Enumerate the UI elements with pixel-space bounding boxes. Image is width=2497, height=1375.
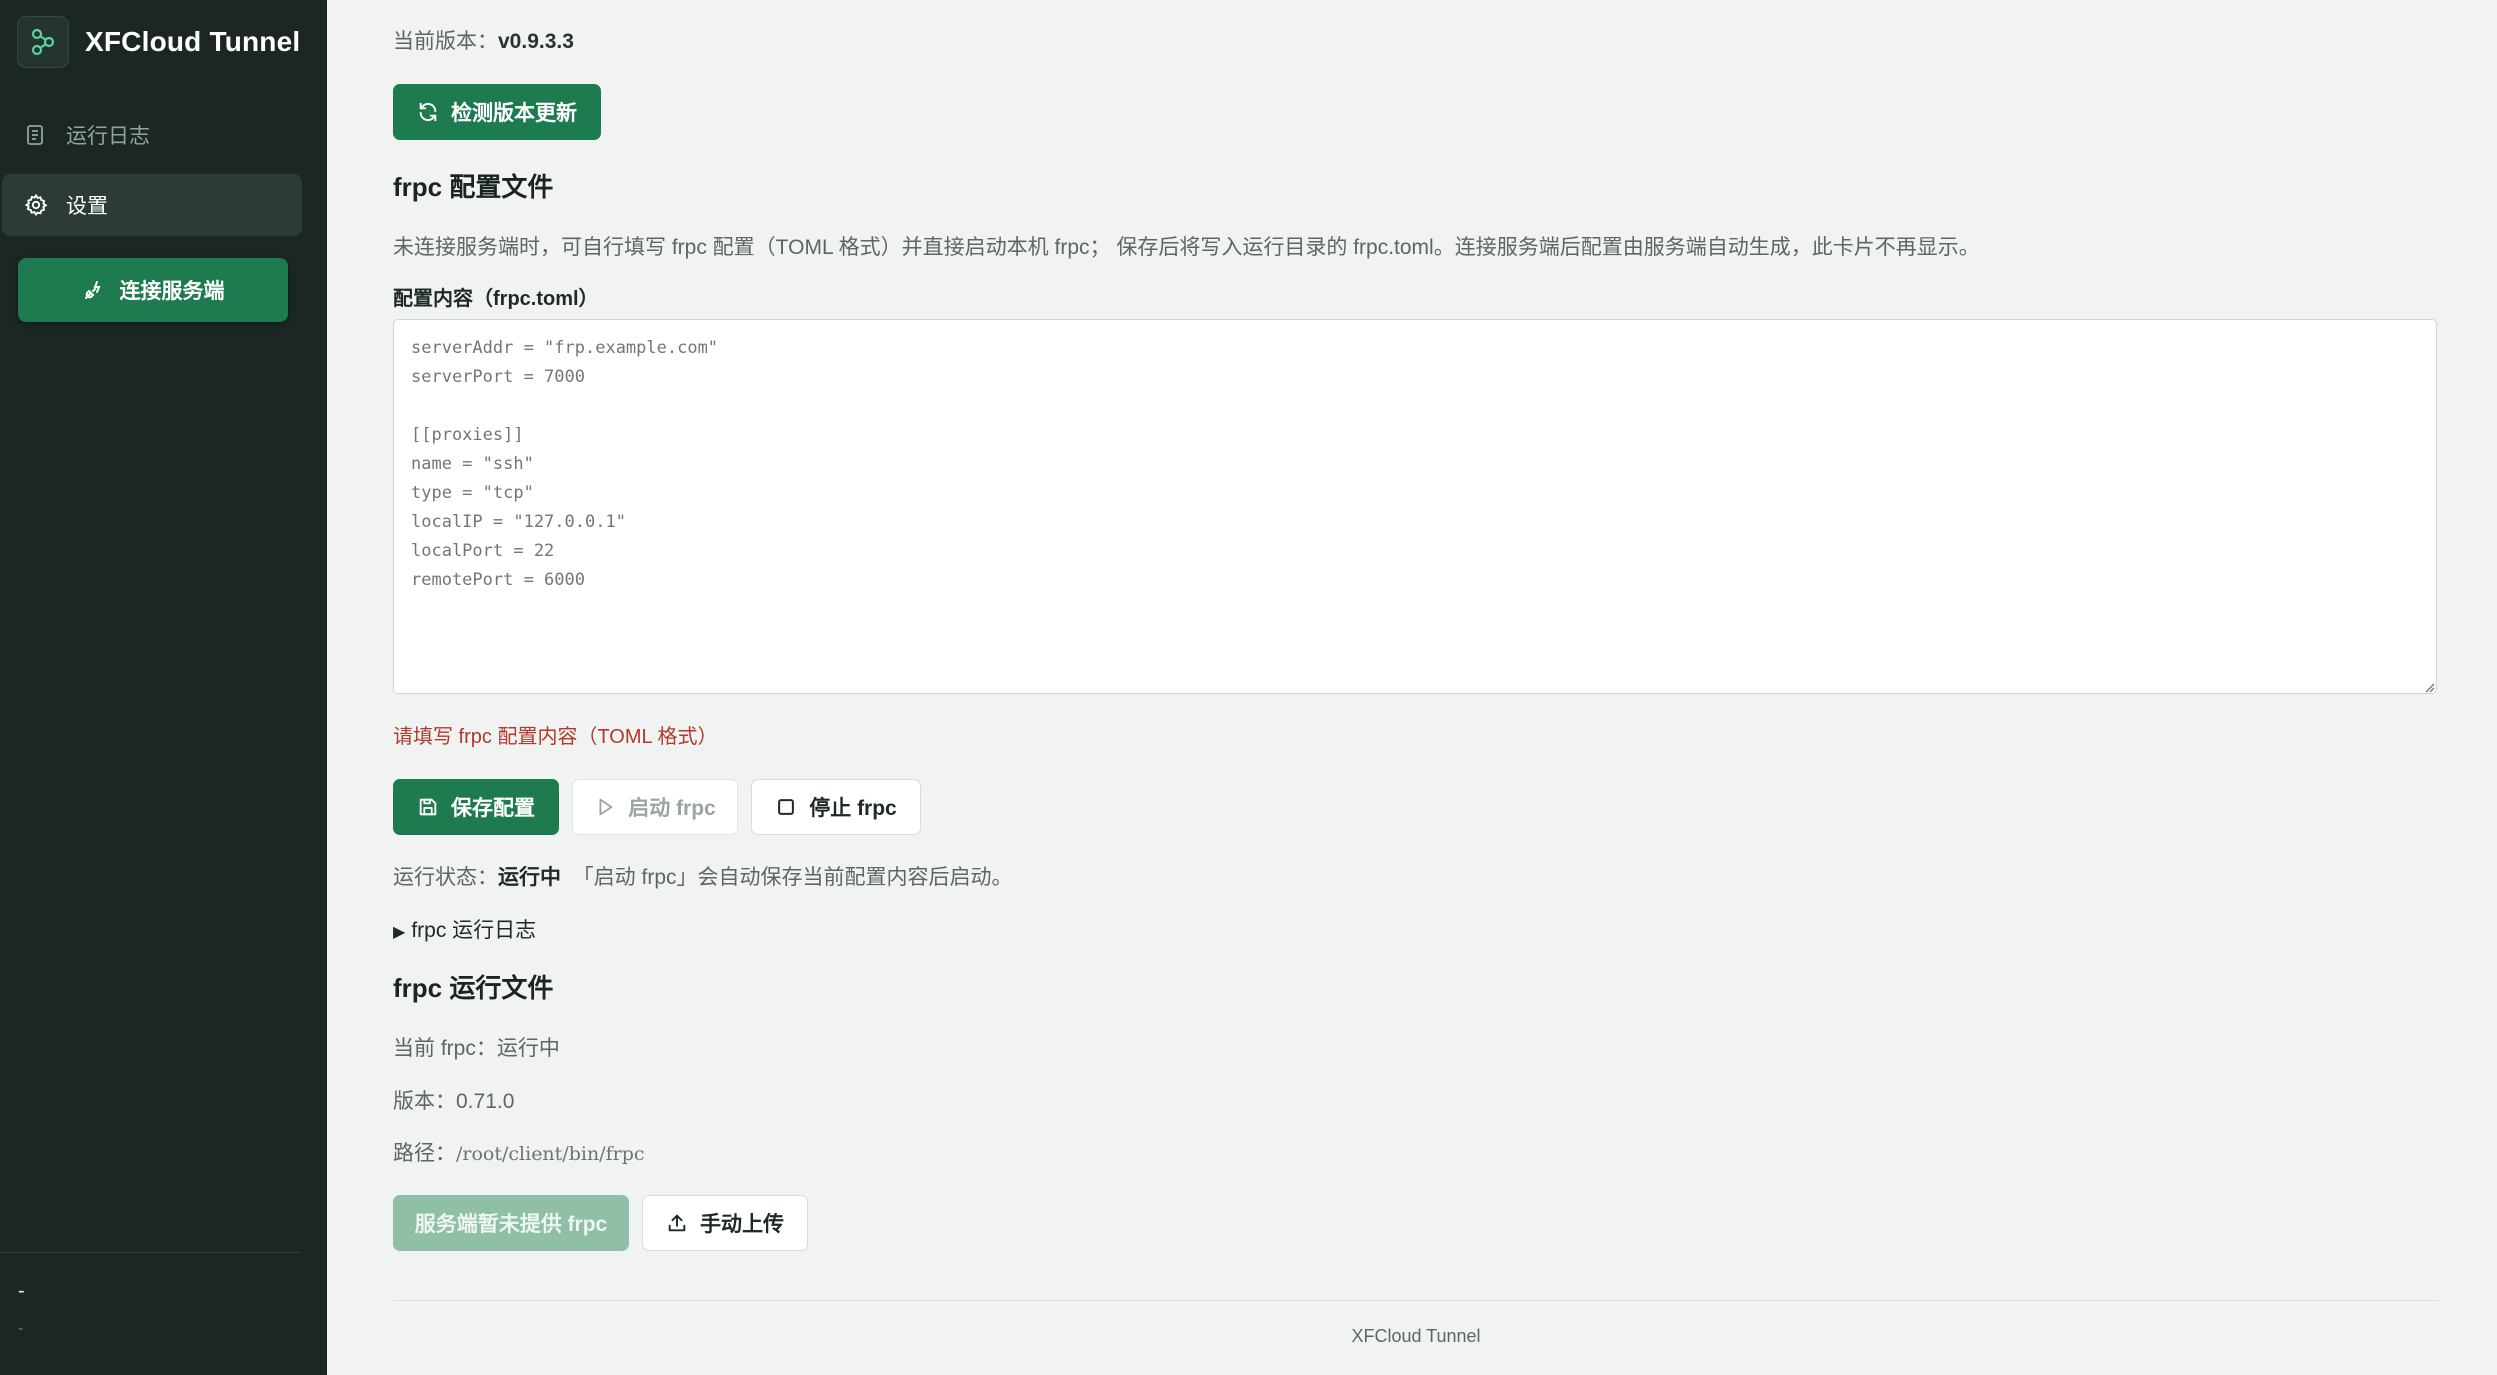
connect-server-button[interactable]: 连接服务端 (18, 258, 288, 322)
resize-grip-icon[interactable] (2423, 675, 2435, 699)
start-frpc-button[interactable]: 启动 frpc (572, 779, 738, 835)
sidebar-divider (0, 1252, 300, 1253)
start-frpc-label: 启动 frpc (628, 797, 716, 820)
runtime-path: 路径：/root/client/bin/frpc (393, 1137, 645, 1167)
runtime-section-title: frpc 运行文件 (393, 973, 554, 1003)
logo-icon (17, 16, 69, 68)
sidebar-item-settings[interactable]: 设置 (2, 174, 302, 236)
status-note: 「启动 frpc」会自动保存当前配置内容后启动。 (572, 866, 1013, 889)
play-icon (594, 796, 616, 818)
version-prefix: 当前版本： (393, 30, 498, 53)
plug-icon (82, 278, 106, 302)
sidebar-footer-primary: - (18, 1280, 25, 1302)
save-config-label: 保存配置 (451, 797, 535, 820)
config-description: 未连接服务端时，可自行填写 frpc 配置（TOML 格式）并直接启动本机 fr… (393, 236, 1980, 259)
stop-frpc-button[interactable]: 停止 frpc (751, 779, 921, 835)
floppy-icon (417, 796, 439, 818)
connect-server-label: 连接服务端 (119, 280, 225, 303)
frpc-logs-toggle[interactable]: ▶ frpc 运行日志 (393, 914, 536, 944)
status-value: 运行中 (498, 866, 561, 889)
sidebar-footer-secondary: - (18, 1320, 24, 1337)
manual-upload-button[interactable]: 手动上传 (642, 1195, 808, 1251)
gear-icon (22, 191, 50, 219)
upload-icon (666, 1212, 688, 1234)
caret-right-icon: ▶ (393, 924, 406, 941)
app-title: XFCloud Tunnel (85, 26, 301, 57)
footer-divider (393, 1300, 2439, 1301)
config-editor[interactable] (393, 319, 2437, 694)
run-status: 运行状态：运行中 「启动 frpc」会自动保存当前配置内容后启动。 (393, 861, 1013, 891)
check-update-button[interactable]: 检测版本更新 (393, 84, 601, 140)
runtime-version: 版本：0.71.0 (393, 1090, 515, 1113)
sidebar-item-logs[interactable]: 运行日志 (2, 104, 302, 166)
path-prefix: 路径： (393, 1142, 456, 1165)
config-field-label: 配置内容（frpc.toml） (393, 288, 599, 310)
sidebar-item-label: 运行日志 (66, 125, 150, 148)
logs-toggle-label: frpc 运行日志 (411, 919, 537, 942)
sidebar-item-label: 设置 (66, 195, 108, 218)
footer-text: XFCloud Tunnel (1351, 1326, 1481, 1346)
manual-upload-label: 手动上传 (700, 1213, 784, 1236)
brand: XFCloud Tunnel (17, 16, 300, 68)
stop-frpc-label: 停止 frpc (809, 797, 897, 820)
refresh-icon (417, 101, 439, 123)
app-root: XFCloud Tunnel 运行日志 设置 连接服务端 - - 当前版本：v0… (0, 0, 2497, 1375)
version-value: v0.9.3.3 (498, 30, 574, 53)
server-frpc-unavailable-button[interactable]: 服务端暂未提供 frpc (393, 1195, 629, 1251)
status-prefix: 运行状态： (393, 866, 498, 889)
stop-icon (775, 796, 797, 818)
config-section-title: frpc 配置文件 (393, 172, 554, 202)
path-value: /root/client/bin/frpc (456, 1143, 645, 1165)
save-config-button[interactable]: 保存配置 (393, 779, 559, 835)
runtime-current: 当前 frpc：运行中 (393, 1037, 560, 1060)
sidebar: XFCloud Tunnel 运行日志 设置 连接服务端 - - (0, 0, 327, 1375)
server-frpc-label: 服务端暂未提供 frpc (414, 1213, 608, 1236)
config-error-message: 请填写 frpc 配置内容（TOML 格式） (393, 726, 718, 748)
current-version: 当前版本：v0.9.3.3 (393, 25, 574, 55)
scroll-icon (22, 121, 50, 149)
check-update-label: 检测版本更新 (451, 102, 577, 125)
